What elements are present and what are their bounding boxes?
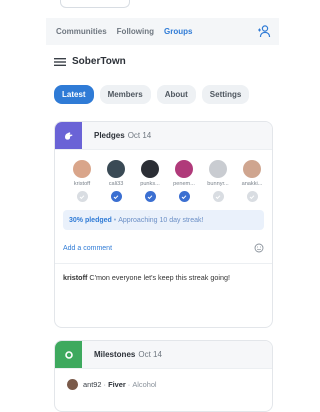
person[interactable]: anakki... — [235, 160, 269, 202]
tab-latest[interactable]: Latest — [54, 85, 94, 104]
top-nav: Communities Following Groups — [46, 18, 279, 45]
person[interactable]: kristoff — [65, 160, 99, 202]
member-tag: Alcohol — [132, 380, 157, 389]
person[interactable]: punks... — [133, 160, 167, 202]
check-off-icon — [246, 191, 258, 202]
person[interactable]: cali33 — [99, 160, 133, 202]
check-icon — [178, 191, 190, 202]
person-name: kristoff — [73, 181, 91, 187]
pledge-percent: 30% pledged — [69, 216, 112, 224]
person[interactable]: bunnyr... — [201, 160, 235, 202]
separator: • — [113, 216, 117, 224]
pledge-progress: 30% pledged • Approaching 10 day streak! — [63, 210, 264, 230]
member-role: Fiver — [108, 380, 126, 389]
avatar — [175, 160, 193, 178]
add-comment-link[interactable]: Add a comment — [63, 245, 112, 252]
menu-icon[interactable] — [54, 57, 66, 67]
group-header: SoberTown — [54, 56, 126, 67]
comment-text: C'mon everyone let's keep this streak go… — [89, 273, 230, 282]
add-user-icon[interactable] — [257, 24, 271, 38]
comment-author[interactable]: kristoff — [63, 273, 87, 282]
avatar — [107, 160, 125, 178]
pledges-date: Oct 14 — [127, 131, 152, 140]
check-icon — [110, 191, 122, 202]
person-name: anakki... — [241, 181, 263, 187]
pledge-message: Approaching 10 day streak! — [118, 216, 204, 224]
milestone-row[interactable]: ant92 · Fiver · Alcohol — [55, 369, 272, 390]
milestone-badge — [55, 341, 82, 368]
person-name: cali33 — [108, 181, 124, 187]
member-name: ant92 — [83, 380, 102, 389]
check-off-icon — [76, 191, 88, 202]
emoji-icon[interactable] — [254, 243, 264, 253]
pledge-people: kristoff cali33 punks... penem... bunnyr… — [55, 150, 272, 202]
tab-groups[interactable]: Groups — [164, 27, 192, 36]
check-icon — [144, 191, 156, 202]
tab-communities[interactable]: Communities — [56, 27, 107, 36]
person[interactable]: penem... — [167, 160, 201, 202]
avatar — [73, 160, 91, 178]
person-name: bunnyr... — [207, 181, 229, 187]
hand-icon — [65, 132, 73, 140]
milestones-card-header: Milestones Oct 14 — [55, 341, 272, 369]
milestones-title: Milestones — [94, 350, 136, 359]
milestones-card: Milestones Oct 14 ant92 · Fiver · Alcoho… — [54, 340, 273, 412]
avatar — [209, 160, 227, 178]
pledges-title: Pledges — [94, 131, 125, 140]
separator: · — [125, 380, 133, 389]
comment: kristoff C'mon everyone let's keep this … — [63, 272, 264, 283]
avatar — [243, 160, 261, 178]
group-tabs: Latest Members About Settings — [54, 85, 255, 104]
tab-following[interactable]: Following — [117, 27, 154, 36]
tab-members[interactable]: Members — [99, 85, 151, 104]
pledges-card: Pledges Oct 14 kristoff cali33 punks... … — [54, 121, 273, 328]
avatar — [67, 379, 78, 390]
check-off-icon — [212, 191, 224, 202]
tab-about[interactable]: About — [156, 85, 196, 104]
divider — [55, 263, 272, 264]
pledges-card-header: Pledges Oct 14 — [55, 122, 272, 150]
avatar — [141, 160, 159, 178]
ring-icon — [64, 350, 73, 359]
milestones-date: Oct 14 — [138, 350, 162, 359]
tab-settings[interactable]: Settings — [201, 85, 250, 104]
person-name: punks... — [140, 181, 160, 187]
person-name: penem... — [173, 181, 195, 187]
separator: · — [101, 380, 109, 389]
pledge-badge — [55, 122, 82, 149]
comment-input-row: Add a comment — [63, 243, 264, 253]
group-title: SoberTown — [72, 56, 126, 67]
top-stub — [60, 0, 130, 8]
